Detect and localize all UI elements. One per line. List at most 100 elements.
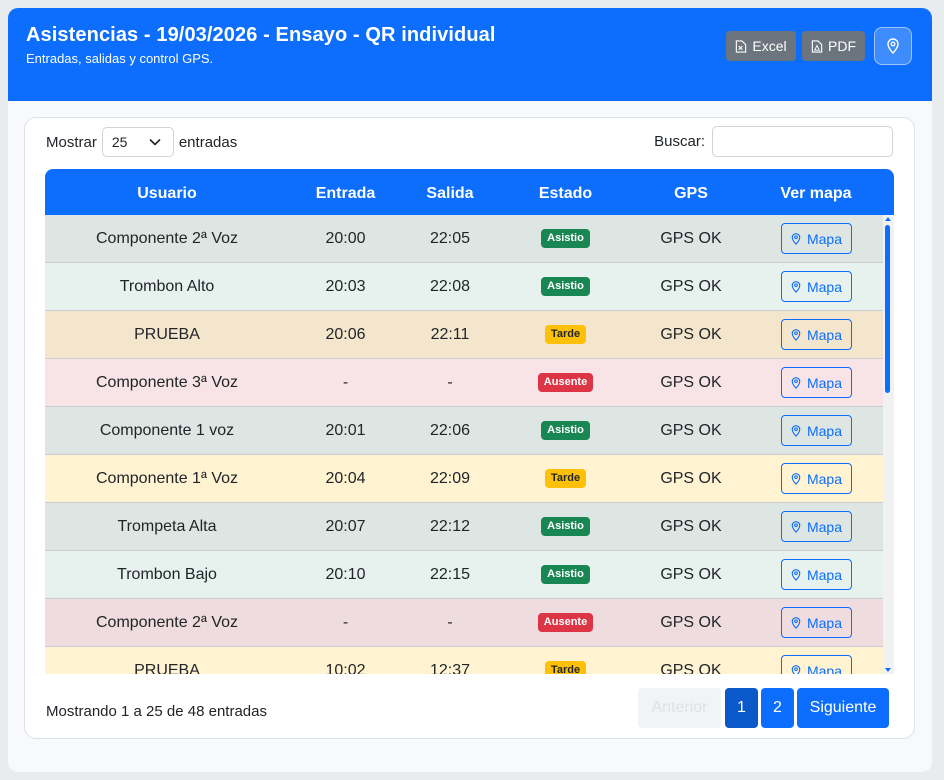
- cell-estado: Asistio: [498, 263, 633, 310]
- column-header-estado[interactable]: Estado: [498, 169, 633, 215]
- cell-ver-mapa: Mapa: [749, 503, 883, 550]
- search-input[interactable]: [712, 126, 893, 157]
- map-button[interactable]: Mapa: [780, 223, 852, 255]
- export-excel-button[interactable]: Excel: [726, 31, 796, 61]
- cell-usuario: PRUEBA: [134, 326, 200, 343]
- cell-estado: Tarde: [498, 311, 633, 358]
- column-header-gps[interactable]: GPS: [633, 169, 749, 215]
- pagination-page-1[interactable]: 1: [725, 688, 758, 728]
- cell-estado: Ausente: [498, 599, 633, 646]
- map-button-label: Mapa: [806, 422, 843, 439]
- cell-entrada: 20:00: [325, 230, 366, 247]
- column-header-usuario[interactable]: Usuario: [45, 169, 289, 215]
- cell-usuario: Trombon Bajo: [117, 566, 217, 583]
- column-header-entrada[interactable]: Entrada: [289, 169, 402, 215]
- cell-salida: 12:37: [429, 662, 471, 674]
- status-badge: Tarde: [544, 325, 587, 345]
- status-badge: Tarde: [544, 469, 587, 489]
- table-row: Componente 1ª Voz 20:04 22:09 Tarde GPS OK Ma…: [45, 455, 883, 503]
- cell-salida: -: [447, 374, 453, 391]
- cell-ver-mapa: Mapa: [749, 647, 883, 674]
- map-button-label: Mapa: [806, 470, 843, 487]
- page-subtitle: Entradas, salidas y control GPS.: [26, 51, 214, 66]
- cell-usuario: Trompeta Alta: [117, 518, 217, 535]
- show-label: Mostrar: [46, 133, 97, 151]
- search-label: Buscar:: [654, 133, 705, 150]
- page-header: Asistencias - 19/03/2026 - Ensayo - QR i…: [8, 8, 932, 101]
- cell-entrada: 20:04: [325, 470, 366, 487]
- status-badge: Ausente: [537, 613, 594, 633]
- cell-salida: 22:11: [430, 326, 470, 343]
- pagination-page-2[interactable]: 2: [761, 688, 794, 728]
- cell-salida: 22:05: [429, 230, 471, 247]
- map-pin-icon: [791, 377, 801, 390]
- map-button[interactable]: Mapa: [780, 415, 852, 447]
- column-header-salida[interactable]: Salida: [402, 169, 498, 215]
- cell-entrada: 20:03: [325, 278, 366, 295]
- cell-estado: Asistio: [498, 503, 633, 550]
- map-button[interactable]: Mapa: [780, 367, 852, 399]
- status-badge: Asistio: [541, 229, 590, 249]
- scroll-down-arrow-icon[interactable]: [885, 668, 891, 672]
- map-button-label: Mapa: [806, 566, 843, 583]
- search-control: Buscar:: [654, 126, 893, 157]
- map-button[interactable]: Mapa: [780, 511, 852, 543]
- location-button[interactable]: [874, 27, 912, 65]
- table-row: Trombon Alto 20:03 22:08 Asistio GPS OK Mapa: [45, 263, 883, 311]
- cell-salida: 22:12: [429, 518, 471, 535]
- pagination-previous-button[interactable]: Anterior: [638, 688, 721, 728]
- status-badge: Ausente: [537, 373, 594, 393]
- map-button[interactable]: Mapa: [780, 271, 852, 303]
- map-pin-icon: [791, 521, 801, 534]
- scrollbar-thumb[interactable]: [885, 225, 890, 393]
- cell-gps: GPS OK: [660, 230, 722, 247]
- map-button[interactable]: Mapa: [780, 655, 852, 674]
- cell-gps: GPS OK: [660, 662, 722, 674]
- cell-salida: 22:08: [429, 278, 471, 295]
- page-length-control: Mostrar 25 entradas: [46, 127, 237, 157]
- map-button[interactable]: Mapa: [780, 607, 852, 639]
- cell-gps: GPS OK: [660, 566, 722, 583]
- cell-gps: GPS OK: [660, 422, 722, 439]
- cell-gps: GPS OK: [660, 470, 722, 487]
- cell-estado: Ausente: [498, 359, 633, 406]
- map-pin-icon: [791, 617, 801, 630]
- table-row: Trompeta Alta 20:07 22:12 Asistio GPS OK Mapa: [45, 503, 883, 551]
- attendance-card: Mostrar 25 entradas Buscar: Usuario Entr…: [24, 117, 915, 739]
- table-scrollbar[interactable]: [883, 215, 894, 674]
- map-button[interactable]: Mapa: [780, 463, 852, 495]
- map-button-label: Mapa: [806, 374, 843, 391]
- map-button-label: Mapa: [806, 278, 843, 295]
- status-badge: Asistio: [541, 421, 590, 441]
- map-pin-icon: [791, 425, 801, 438]
- entries-label: entradas: [178, 133, 238, 151]
- map-button[interactable]: Mapa: [780, 559, 852, 591]
- table-body: Componente 2ª Voz 20:00 22:05 Asistio GPS OK…: [45, 215, 883, 674]
- cell-ver-mapa: Mapa: [749, 263, 883, 310]
- cell-entrada: -: [342, 614, 349, 631]
- file-excel-icon: [736, 39, 747, 53]
- chevron-down-icon: [149, 138, 161, 146]
- map-button[interactable]: Mapa: [780, 319, 852, 351]
- cell-estado: Tarde: [498, 455, 633, 502]
- table-row: PRUEBA 20:06 22:11 Tarde GPS OK Mapa: [45, 311, 883, 359]
- pagination-next-button[interactable]: Siguiente: [797, 688, 889, 728]
- cell-ver-mapa: Mapa: [749, 599, 883, 646]
- column-header-ver-mapa[interactable]: Ver mapa: [749, 169, 883, 215]
- table-info: Mostrando 1 a 25 de 48 entradas: [46, 703, 267, 720]
- map-pin-icon: [791, 569, 801, 582]
- table-row: Componente 3ª Voz - - Ausente GPS OK Mapa: [45, 359, 883, 407]
- cell-estado: Asistio: [498, 407, 633, 454]
- cell-gps: GPS OK: [660, 614, 722, 631]
- scroll-up-arrow-icon[interactable]: [885, 217, 891, 221]
- map-pin-icon: [791, 281, 801, 294]
- cell-usuario: Trombon Alto: [119, 278, 215, 295]
- attendance-window: Asistencias - 19/03/2026 - Ensayo - QR i…: [8, 8, 932, 772]
- cell-entrada: 20:01: [325, 422, 366, 439]
- status-badge: Asistio: [541, 277, 590, 297]
- export-pdf-button[interactable]: PDF: [802, 31, 865, 61]
- cell-usuario: Componente 1 voz: [99, 422, 235, 439]
- cell-usuario: Componente 2ª Voz: [95, 230, 238, 247]
- cell-usuario: Componente 2ª Voz: [95, 614, 238, 631]
- page-size-select[interactable]: 25: [101, 127, 174, 157]
